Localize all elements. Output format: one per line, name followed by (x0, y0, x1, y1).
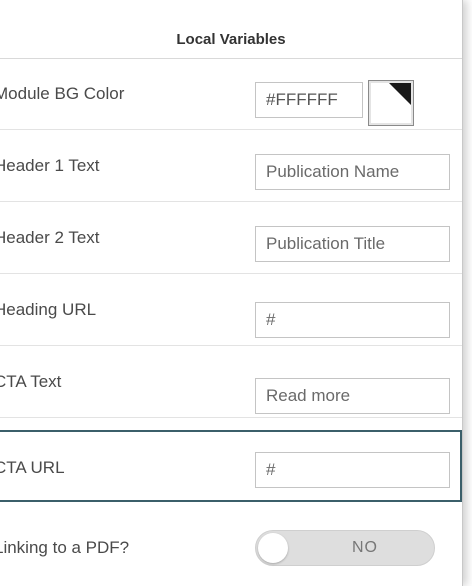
linking-pdf-toggle[interactable]: NO (255, 530, 435, 566)
panel-title: Local Variables (176, 31, 286, 48)
header-2-text-label: Header 2 Text (0, 228, 100, 247)
heading-url-label: Heading URL (0, 300, 97, 319)
heading-url-input[interactable] (255, 302, 450, 338)
cta-text-input[interactable] (255, 378, 450, 414)
toggle-state-text: NO (352, 539, 378, 556)
module-bg-color-label: Module BG Color (0, 84, 125, 103)
header-1-text-input[interactable] (255, 154, 450, 190)
toggle-knob (258, 533, 288, 563)
header-2-text-input[interactable] (255, 226, 450, 262)
header-1-text-label: Header 1 Text (0, 156, 100, 175)
cta-url-input[interactable] (255, 452, 450, 488)
local-variables-panel: Local Variables Module BG Color Header 1… (0, 0, 463, 586)
module-bg-color-input[interactable] (255, 82, 363, 118)
color-picker-corner-icon (389, 83, 411, 105)
cta-url-label: CTA URL (0, 458, 65, 477)
linking-pdf-label: Linking to a PDF? (0, 538, 130, 557)
color-swatch-button[interactable] (368, 80, 414, 126)
cta-text-label: CTA Text (0, 372, 62, 391)
